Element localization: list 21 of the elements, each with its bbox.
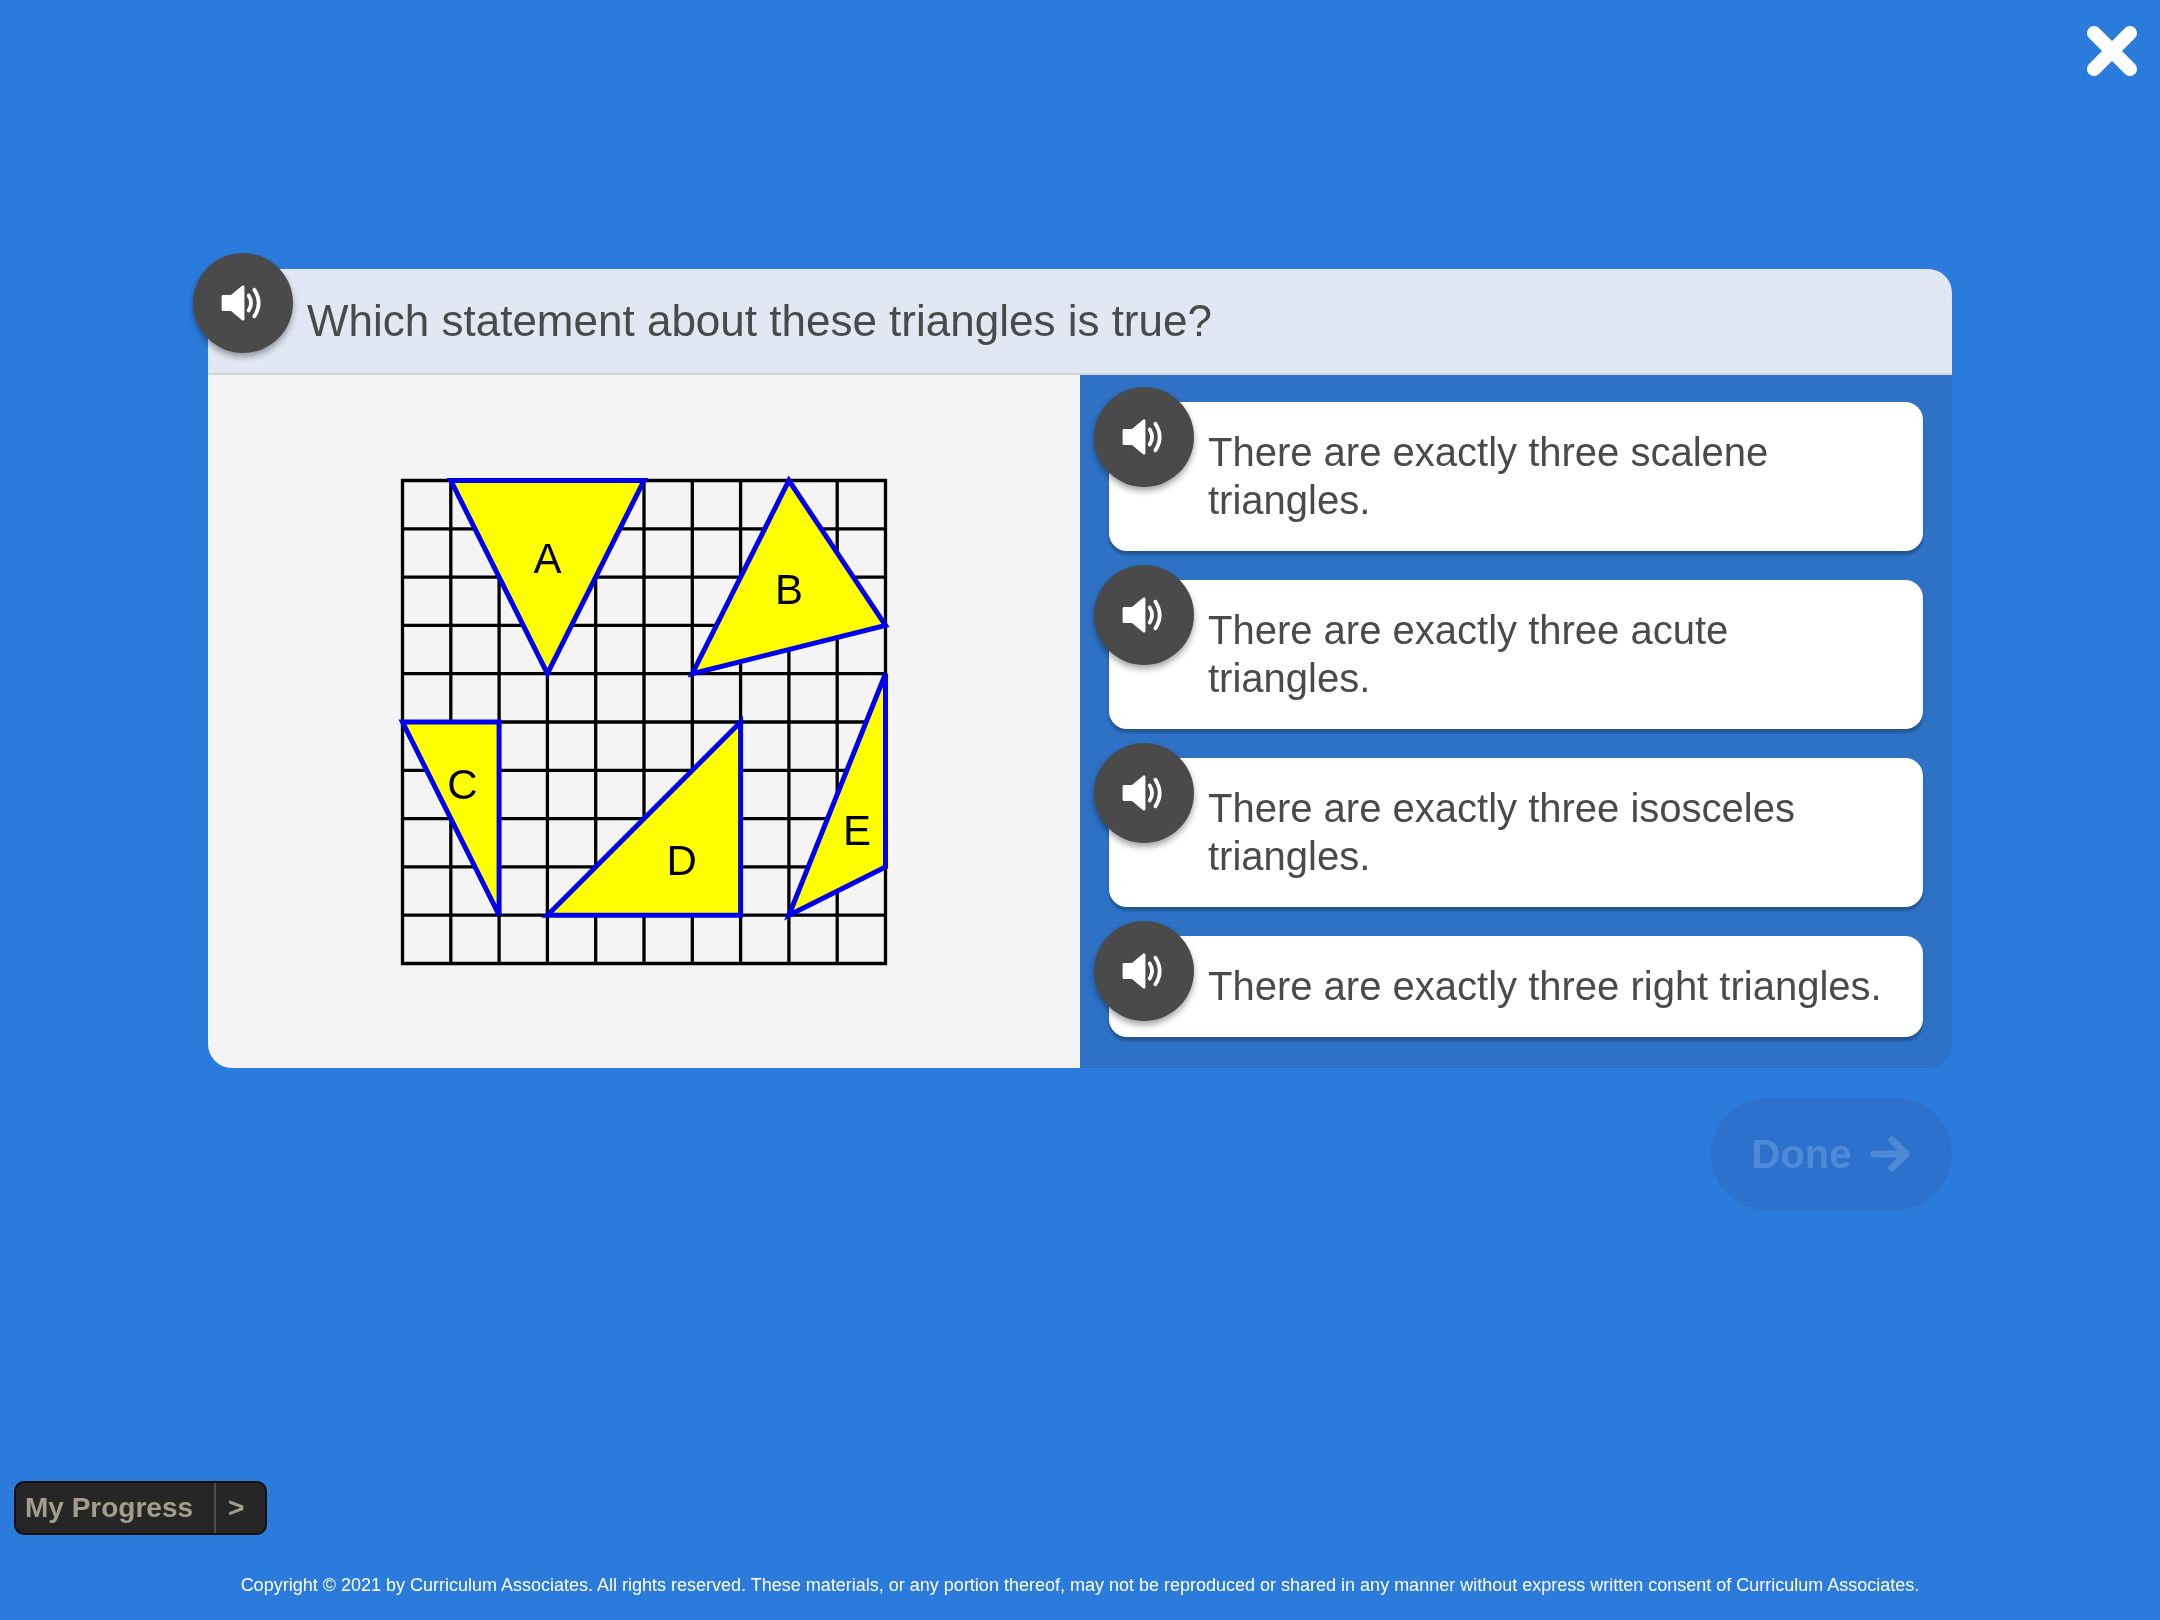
arrow-right-icon <box>1869 1136 1912 1172</box>
triangle-label: D <box>666 836 697 884</box>
question-text: Which statement about these triangles is true? <box>307 296 1212 346</box>
triangle-label: A <box>533 534 562 582</box>
triangle-label: B <box>774 565 803 613</box>
speaker-button[interactable] <box>1094 387 1194 487</box>
answer-option[interactable]: There are exactly three acute triangles. <box>1109 580 1923 729</box>
speaker-button[interactable] <box>1094 743 1194 843</box>
answer-option[interactable]: There are exactly three scalene triangles. <box>1109 402 1923 551</box>
triangle-label: C <box>447 760 478 808</box>
copyright-text: Copyright © 2021 by Curriculum Associates. All rights reserved. These materials, or any portion thereof, may not be reproduced or shared in any manner without express written consent of Curriculum Associates. <box>239 1574 1921 1597</box>
speaker-button[interactable] <box>193 253 293 353</box>
speaker-button[interactable] <box>1094 565 1194 665</box>
close-button[interactable] <box>2086 25 2138 77</box>
close-icon <box>2086 25 2138 77</box>
answer-option[interactable]: There are exactly three isosceles triangles. <box>1109 758 1923 907</box>
triangle-label: E <box>843 806 871 854</box>
answer-option[interactable]: There are exactly three right triangles. <box>1109 936 1923 1037</box>
my-progress-button[interactable]: My Progress <box>16 1483 215 1533</box>
speaker-button[interactable] <box>1094 921 1194 1021</box>
expand-button[interactable]: > <box>214 1483 266 1533</box>
